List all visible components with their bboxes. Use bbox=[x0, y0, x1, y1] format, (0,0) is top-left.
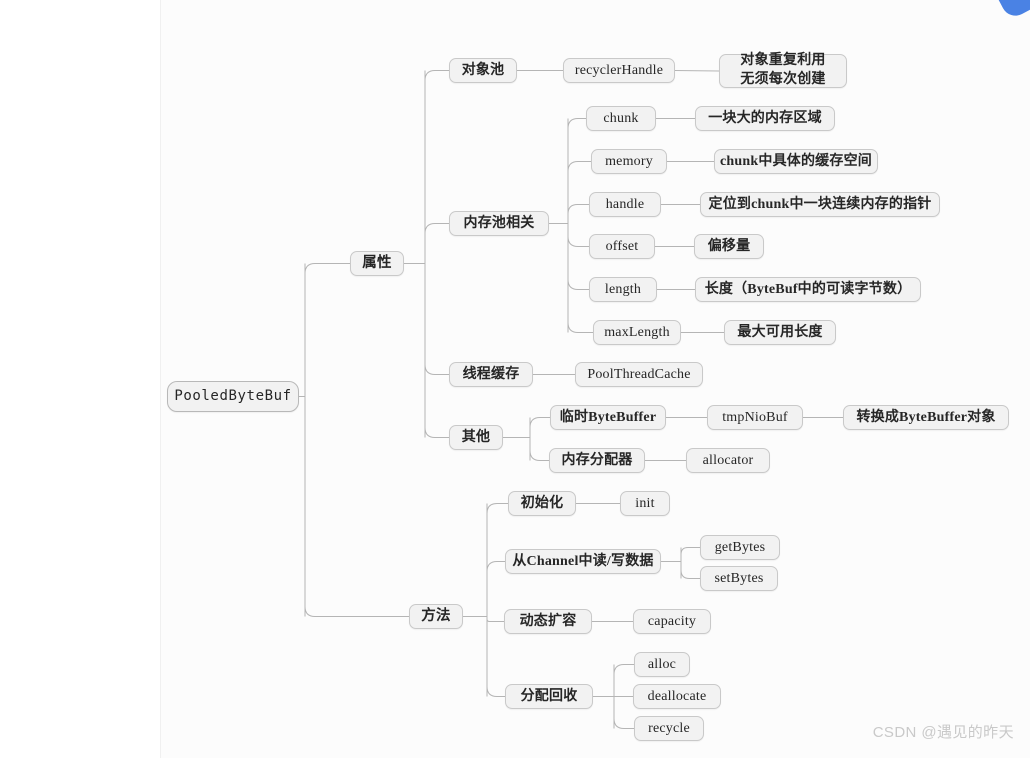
mindmap-node-init-cn[interactable]: 初始化 bbox=[508, 491, 576, 516]
mindmap-node-length[interactable]: length bbox=[589, 277, 657, 302]
mindmap-node-chunk[interactable]: chunk bbox=[586, 106, 656, 131]
mindmap-node-thread-cache[interactable]: 线程缓存 bbox=[449, 362, 533, 387]
mindmap-node-offset[interactable]: offset bbox=[589, 234, 655, 259]
watermark: CSDN @遇见的昨天 bbox=[872, 724, 1014, 741]
mindmap-node-tmp-nio-buf[interactable]: tmpNioBuf bbox=[707, 405, 803, 430]
mindmap-node-get-bytes[interactable]: getBytes bbox=[700, 535, 780, 560]
mindmap-node-memory-pool[interactable]: 内存池相关 bbox=[449, 211, 549, 236]
mindmap-node-alloc[interactable]: alloc bbox=[634, 652, 690, 677]
mindmap-node-init[interactable]: init bbox=[620, 491, 670, 516]
mindmap-node-channel-rw[interactable]: 从Channel中读/写数据 bbox=[505, 549, 661, 574]
mindmap-node-tmp-bytebuffer[interactable]: 临时ByteBuffer bbox=[550, 405, 666, 430]
mindmap-node-offset-desc[interactable]: 偏移量 bbox=[694, 234, 764, 259]
mindmap-node-deallocate[interactable]: deallocate bbox=[633, 684, 721, 709]
mindmap-canvas: PooledByteBuf 属性方法 对象池内存池相关线程缓存其他 recyclerH… bbox=[0, 0, 1030, 758]
mindmap-node-max-length-desc[interactable]: 最大可用长度 bbox=[724, 320, 836, 345]
mindmap-node-allocator[interactable]: allocator bbox=[686, 448, 770, 473]
mindmap-node-dynamic-expand[interactable]: 动态扩容 bbox=[504, 609, 592, 634]
mindmap-node-allocator-cn[interactable]: 内存分配器 bbox=[549, 448, 645, 473]
mindmap-node-recycler-handle-desc[interactable]: 对象重复利用 无须每次创建 bbox=[719, 53, 847, 88]
mindmap-node-object-pool[interactable]: 对象池 bbox=[449, 58, 517, 83]
mindmap-node-root[interactable]: PooledByteBuf bbox=[167, 381, 299, 412]
mindmap-node-attributes[interactable]: 属性 bbox=[350, 251, 404, 276]
mindmap-node-recycler-handle[interactable]: recyclerHandle bbox=[563, 58, 675, 83]
mindmap-node-methods[interactable]: 方法 bbox=[409, 604, 463, 629]
mindmap-node-tmp-nio-buf-desc[interactable]: 转换成ByteBuffer对象 bbox=[843, 405, 1009, 430]
mindmap-node-pool-thread-cache[interactable]: PoolThreadCache bbox=[575, 362, 703, 387]
mindmap-node-memory-desc[interactable]: chunk中具体的缓存空间 bbox=[714, 149, 878, 174]
mindmap-node-set-bytes[interactable]: setBytes bbox=[700, 566, 778, 591]
mindmap-node-length-desc[interactable]: 长度（ByteBuf中的可读字节数） bbox=[695, 277, 921, 302]
mindmap-node-alloc-recycle[interactable]: 分配回收 bbox=[505, 684, 593, 709]
mindmap-node-handle-desc[interactable]: 定位到chunk中一块连续内存的指针 bbox=[700, 192, 940, 217]
mindmap-node-capacity[interactable]: capacity bbox=[633, 609, 711, 634]
mindmap-node-chunk-desc[interactable]: 一块大的内存区域 bbox=[695, 106, 835, 131]
mindmap-node-other[interactable]: 其他 bbox=[449, 425, 503, 450]
mindmap-node-handle[interactable]: handle bbox=[589, 192, 661, 217]
mindmap-node-memory[interactable]: memory bbox=[591, 149, 667, 174]
mindmap-node-max-length[interactable]: maxLength bbox=[593, 320, 681, 345]
mindmap-node-recycle[interactable]: recycle bbox=[634, 716, 704, 741]
